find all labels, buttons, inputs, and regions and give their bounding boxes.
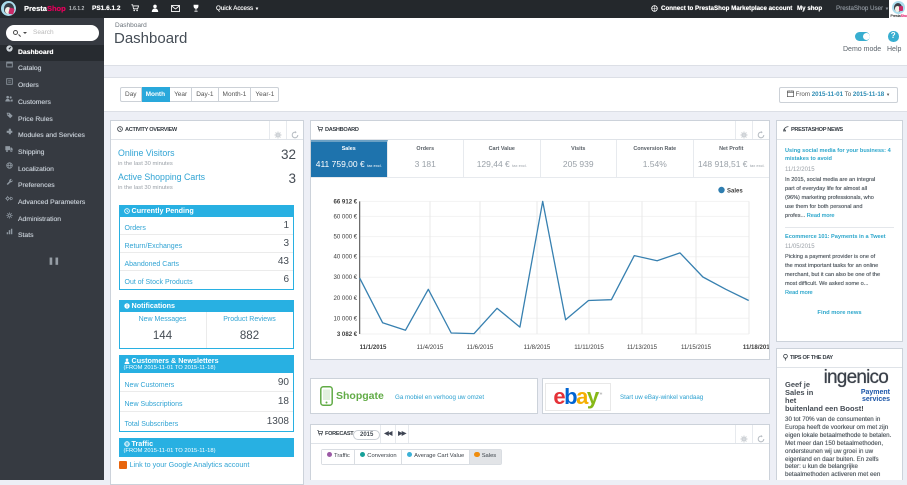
svg-text:11/15/2015: 11/15/2015 (681, 344, 712, 351)
svg-text:11/11/2015: 11/11/2015 (574, 344, 604, 351)
svg-text:60 000 €: 60 000 € (333, 213, 357, 220)
svg-text:11/13/2015: 11/13/2015 (627, 344, 658, 351)
svg-text:50 000 €: 50 000 € (333, 234, 357, 241)
svg-text:40 000 €: 40 000 € (333, 254, 357, 261)
svg-text:11/18/2015: 11/18/2015 (743, 344, 769, 351)
svg-text:Sales: Sales (727, 188, 743, 194)
svg-text:11/1/2015: 11/1/2015 (360, 344, 387, 351)
svg-text:30 000 €: 30 000 € (333, 274, 357, 281)
svg-text:20 000 €: 20 000 € (333, 295, 357, 302)
svg-text:10 000 €: 10 000 € (333, 315, 357, 322)
svg-text:11/4/2015: 11/4/2015 (417, 344, 444, 351)
svg-text:11/8/2015: 11/8/2015 (524, 344, 551, 351)
svg-text:66 912 €: 66 912 € (333, 198, 357, 205)
svg-text:3 082 €: 3 082 € (337, 331, 358, 338)
svg-text:11/6/2015: 11/6/2015 (467, 344, 494, 351)
